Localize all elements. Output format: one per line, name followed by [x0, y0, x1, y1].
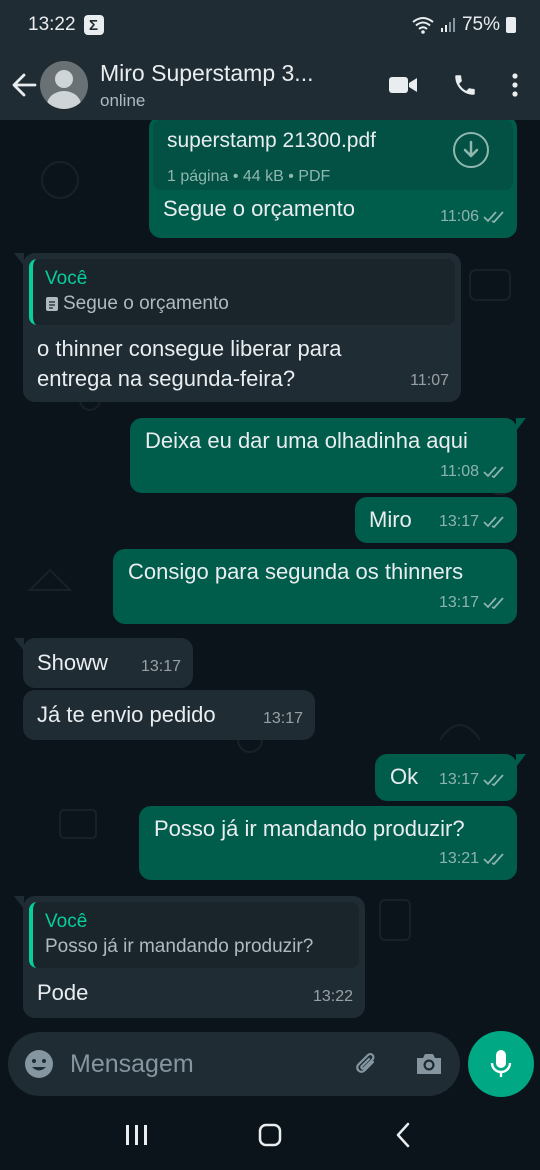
message-text-line-1: o thinner consegue liberar para: [37, 336, 342, 361]
emoji-icon[interactable]: [24, 1049, 54, 1079]
home-button[interactable]: [245, 1115, 295, 1155]
message-input[interactable]: [70, 1049, 330, 1079]
message-bubble-incoming[interactable]: Você Segue o orçamento o thinner consegu…: [14, 253, 461, 402]
voice-call-icon[interactable]: [452, 72, 478, 98]
message-bubble-outgoing[interactable]: Posso já ir mandando produzir? 13:21: [139, 806, 517, 880]
message-meta: 11:08: [440, 457, 505, 487]
message-text: Showw: [37, 650, 108, 675]
contact-name: Miro Superstamp 3...: [100, 59, 314, 86]
camera-icon[interactable]: [414, 1051, 444, 1077]
chat-header: Miro Superstamp 3... online: [0, 50, 540, 120]
message-meta: 13:21: [439, 844, 505, 874]
status-bar: 13:22 Σ 75%: [0, 0, 540, 50]
message-text: Consigo para segunda os thinners: [128, 559, 464, 584]
signal-icon: [440, 18, 455, 32]
message-text: Já te envio pedido: [37, 702, 216, 727]
document-filename: superstamp 21300.pdf: [167, 129, 376, 152]
chat-area[interactable]: superstamp 21300.pdf 1 página • 44 kB • …: [0, 120, 540, 1028]
chevron-left-icon: [397, 1122, 410, 1148]
recent-apps-icon: [125, 1125, 147, 1145]
video-call-icon[interactable]: [388, 75, 418, 95]
status-right: 75%: [412, 14, 516, 36]
quoted-message[interactable]: Você Segue o orçamento: [29, 259, 455, 325]
message-time: 11:07: [410, 372, 449, 389]
message-bubble-outgoing[interactable]: Consigo para segunda os thinners 13:17: [113, 549, 517, 624]
quoted-text-row: Segue o orçamento: [45, 291, 443, 317]
header-actions: [388, 72, 540, 98]
quoted-message[interactable]: Você Posso já ir mandando produzir?: [29, 902, 359, 968]
message-time: 13:17: [140, 658, 181, 675]
quoted-author: Você: [45, 911, 88, 932]
message-meta: 13:17: [439, 765, 505, 795]
home-icon: [258, 1123, 282, 1147]
message-time: 11:06: [440, 208, 479, 225]
message-bubble-incoming[interactable]: Já te envio pedido 13:17: [23, 690, 315, 740]
status-time: 13:22: [28, 14, 76, 35]
message-text: Pode: [37, 980, 89, 1005]
download-icon: [463, 140, 479, 158]
quoted-author: Você: [45, 268, 88, 289]
message-bubble-outgoing[interactable]: superstamp 21300.pdf 1 página • 44 kB • …: [149, 120, 517, 238]
voice-message-button[interactable]: [468, 1031, 534, 1097]
message-meta: 13:17: [141, 652, 181, 682]
document-icon: [46, 297, 58, 311]
message-meta: 11:07: [410, 366, 449, 396]
message-meta: 13:17: [263, 704, 303, 734]
message-time: 11:08: [440, 463, 479, 480]
message-bubble-incoming[interactable]: Você Posso já ir mandando produzir? Pode…: [14, 896, 365, 1018]
contact-info[interactable]: Miro Superstamp 3... online: [100, 60, 313, 111]
attach-icon[interactable]: [352, 1049, 382, 1079]
quoted-text: Posso já ir mandando produzir?: [45, 936, 314, 957]
battery-percent: 75%: [461, 14, 500, 35]
message-time: 13:17: [438, 771, 479, 788]
message-time: 13:17: [438, 594, 479, 611]
contact-presence: online: [100, 90, 146, 110]
message-time: 13:21: [438, 850, 479, 867]
download-button[interactable]: [453, 132, 489, 168]
contact-avatar[interactable]: [40, 61, 88, 109]
system-nav-bar: [0, 1100, 540, 1170]
message-text: Ok: [390, 764, 419, 789]
back-nav-button[interactable]: [378, 1115, 428, 1155]
read-ticks-icon: [483, 466, 504, 479]
message-bubble-outgoing[interactable]: Ok 13:17: [375, 754, 526, 801]
sigma-app-icon: Σ: [83, 15, 104, 35]
message-text: Miro: [369, 507, 412, 532]
message-input-bar: [0, 1028, 540, 1100]
document-info: 1 página • 44 kB • PDF: [167, 168, 331, 185]
back-arrow-icon: [12, 73, 37, 97]
battery-icon: [506, 17, 516, 33]
message-meta: 13:17: [439, 507, 505, 537]
read-ticks-icon: [483, 597, 504, 610]
message-text: Deixa eu dar uma olhadinha aqui: [145, 428, 468, 453]
read-ticks-icon: [483, 211, 504, 224]
message-bubble-incoming[interactable]: Showw 13:17: [14, 638, 193, 688]
microphone-icon: [490, 1050, 512, 1077]
more-options-icon[interactable]: [512, 72, 518, 98]
wifi-icon: [412, 17, 434, 34]
message-input-box: [8, 1032, 460, 1096]
read-ticks-icon: [483, 853, 504, 866]
read-ticks-icon: [483, 516, 504, 529]
message-meta: 13:17: [439, 588, 505, 618]
message-text-line-2: entrega na segunda-feira?: [37, 366, 296, 391]
message-bubble-outgoing[interactable]: Deixa eu dar uma olhadinha aqui 11:08: [130, 418, 526, 493]
message-time: 13:17: [262, 710, 303, 727]
message-meta: 13:22: [313, 982, 353, 1012]
message-time: 13:17: [438, 513, 479, 530]
read-ticks-icon: [483, 774, 504, 787]
document-attachment[interactable]: superstamp 21300.pdf 1 página • 44 kB • …: [153, 120, 513, 190]
quoted-text: Segue o orçamento: [63, 293, 229, 314]
message-text: Posso já ir mandando produzir?: [154, 816, 465, 841]
message-text: Segue o orçamento: [163, 196, 356, 221]
recent-apps-button[interactable]: [112, 1115, 162, 1155]
message-meta: 11:06: [440, 202, 505, 232]
message-time: 13:22: [312, 988, 353, 1005]
message-bubble-outgoing[interactable]: Miro 13:17: [355, 497, 517, 543]
